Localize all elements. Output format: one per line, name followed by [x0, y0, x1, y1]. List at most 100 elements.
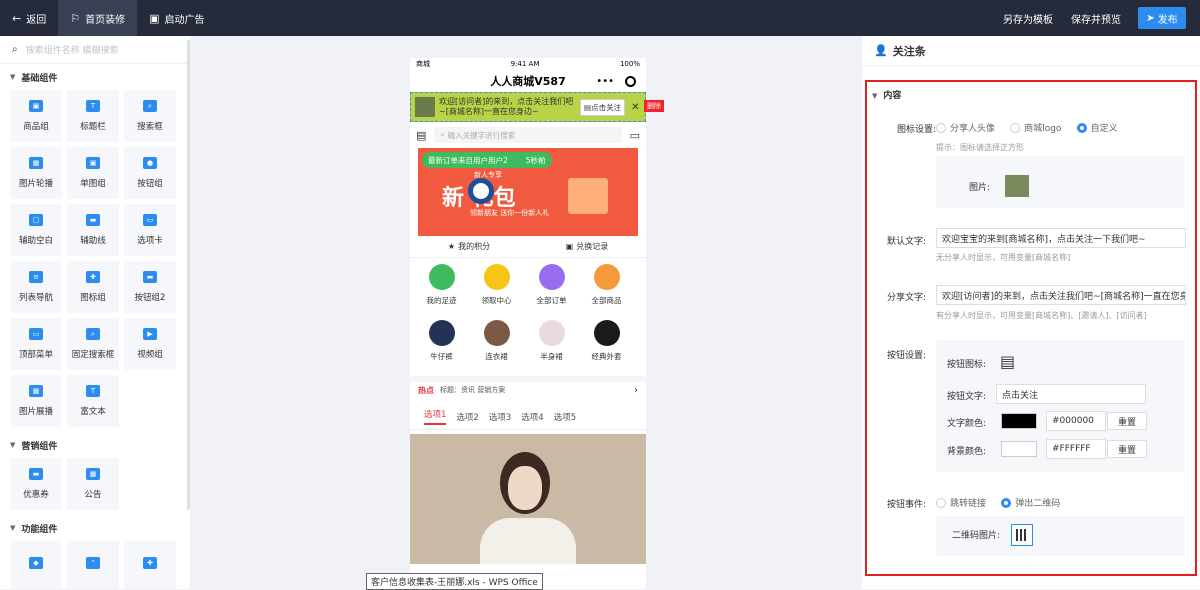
- scan-icon[interactable]: ▭: [630, 129, 640, 142]
- group-title-function[interactable]: ▼ 功能组件: [0, 515, 190, 541]
- shortcut-label: 领取中心: [481, 296, 512, 305]
- tab-home-decoration[interactable]: ⚐ 首页装修: [58, 0, 138, 36]
- component-item[interactable]: ⌃: [67, 541, 119, 589]
- component-label: 搜索框: [137, 122, 163, 132]
- store-icon[interactable]: ▤: [1000, 352, 1015, 371]
- more-icon[interactable]: •••: [596, 76, 614, 87]
- delete-button[interactable]: 删除: [644, 100, 664, 112]
- component-icon: ▬: [143, 271, 157, 283]
- chevron-right-icon: ›: [634, 384, 638, 396]
- record-icon[interactable]: [625, 75, 636, 87]
- text-color-reset-button[interactable]: 重置: [1107, 412, 1147, 430]
- component-item[interactable]: ▭ 顶部菜单: [10, 318, 62, 370]
- close-icon[interactable]: ✕: [631, 102, 639, 113]
- component-item[interactable]: ▣ 单图组: [67, 147, 119, 199]
- qr-image[interactable]: [1011, 524, 1033, 546]
- shortcut-item[interactable]: 全部订单: [524, 264, 579, 320]
- component-item[interactable]: ≡ 列表导航: [10, 261, 62, 313]
- group-title-marketing[interactable]: ▼ 营销组件: [0, 432, 190, 458]
- component-item[interactable]: ▦ 公告: [67, 458, 119, 510]
- component-label: 按钮组: [137, 179, 163, 189]
- component-search[interactable]: ⌕ 搜索组件名称 模糊搜索: [0, 36, 190, 64]
- bg-color-label: 背景颜色:: [946, 447, 986, 457]
- component-item[interactable]: ▦ 图片展播: [10, 375, 62, 427]
- share-text-label: 分享文字:: [886, 293, 926, 303]
- section-content[interactable]: ▼ 内容: [872, 88, 901, 101]
- tab-item[interactable]: 选项1: [424, 408, 447, 425]
- clock: 9:41 AM: [510, 60, 540, 68]
- follow-button[interactable]: ▤点击关注: [580, 98, 626, 116]
- radio-share-avatar[interactable]: 分享人头像: [936, 121, 995, 134]
- component-item[interactable]: ◆: [10, 541, 62, 589]
- bg-color-swatch[interactable]: [1001, 441, 1037, 457]
- component-icon: ▦: [29, 385, 43, 397]
- radio-jump-link[interactable]: 跳转链接: [936, 496, 986, 509]
- component-item[interactable]: ▶ 视频组: [124, 318, 176, 370]
- component-item[interactable]: ▬ 优惠券: [10, 458, 62, 510]
- shortcut-icon: [593, 264, 620, 290]
- component-item[interactable]: ▣ 商品组: [10, 90, 62, 142]
- shortcut-item[interactable]: 我的足迹: [414, 264, 469, 320]
- banner[interactable]: 最新订单来自用户用户2 5秒前 新人专享 新 礼包 领新朋友 送你一份新人礼: [418, 148, 638, 236]
- component-item[interactable]: T 标题栏: [67, 90, 119, 142]
- text-color-input[interactable]: #000000: [1046, 411, 1106, 431]
- phone-search-input[interactable]: ⌕ 输入关键字进行搜索: [434, 127, 622, 143]
- save-preview-button[interactable]: 保存并预览: [1062, 11, 1130, 26]
- radio-popup-qr[interactable]: 弹出二维码: [1001, 496, 1060, 509]
- component-item[interactable]: ▢ 辅助空白: [10, 204, 62, 256]
- component-item[interactable]: T 富文本: [67, 375, 119, 427]
- shortcut-item[interactable]: 连衣裙: [469, 320, 524, 376]
- bg-color-input[interactable]: #FFFFFF: [1046, 439, 1106, 459]
- radio-shop-logo[interactable]: 商城logo: [1010, 121, 1061, 134]
- bg-color-reset-button[interactable]: 重置: [1107, 440, 1147, 458]
- component-item[interactable]: ▬ 辅助线: [67, 204, 119, 256]
- shortcut-item[interactable]: 领取中心: [469, 264, 524, 320]
- component-item[interactable]: ⌕ 搜索框: [124, 90, 176, 142]
- caret-down-icon: ▼: [872, 92, 878, 100]
- radio-circle: [936, 122, 946, 133]
- radio-custom[interactable]: 自定义: [1076, 121, 1118, 134]
- component-icon: ▦: [29, 157, 43, 169]
- image-thumbnail[interactable]: [1005, 175, 1029, 197]
- tab-item[interactable]: 选项2: [456, 411, 478, 423]
- tab-item[interactable]: 选项3: [489, 411, 511, 423]
- component-icon: ▶: [143, 328, 157, 340]
- shortcut-item[interactable]: 经典外套: [579, 320, 634, 376]
- component-item[interactable]: ▦ 图片轮播: [10, 147, 62, 199]
- publish-button[interactable]: ➤ 发布: [1138, 7, 1186, 29]
- shortcut-item[interactable]: 半身裙: [524, 320, 579, 376]
- component-panel: ⌕ 搜索组件名称 模糊搜索 ▼ 基础组件 ▣ 商品组 T 标题栏 ⌕ 搜索框 ▦ 图片轮播 ▣ 单图组…: [0, 36, 190, 589]
- brush-icon: ⚐: [70, 11, 81, 25]
- logo-image: [468, 178, 494, 204]
- component-label: 视频组: [137, 350, 163, 360]
- my-points[interactable]: ★ 我的积分: [410, 236, 528, 257]
- exchange-record[interactable]: ▣ 兑换记录: [528, 236, 646, 257]
- tab-item[interactable]: 选项4: [521, 411, 543, 423]
- tab-startup-ad[interactable]: ▣ 启动广告: [137, 0, 216, 36]
- group-title-basic[interactable]: ▼ 基础组件: [0, 64, 190, 90]
- component-item[interactable]: ⌕ 固定搜索框: [67, 318, 119, 370]
- shortcut-item[interactable]: 牛仔裤: [414, 320, 469, 376]
- component-icon: ▭: [143, 214, 157, 226]
- shortcut-item[interactable]: 全部商品: [579, 264, 634, 320]
- save-as-template-button[interactable]: 另存为模板: [994, 11, 1062, 26]
- shortcut-icon: [593, 320, 620, 346]
- product-photo[interactable]: [410, 434, 646, 564]
- component-item[interactable]: ✚ 图标组: [67, 261, 119, 313]
- shortcut-label: 半身裙: [540, 352, 563, 361]
- tab-item[interactable]: 选项5: [554, 411, 576, 423]
- component-item[interactable]: ✚: [124, 541, 176, 589]
- component-label: 顶部菜单: [18, 350, 53, 360]
- text-color-swatch[interactable]: [1001, 413, 1037, 429]
- follow-bar[interactable]: 欢迎[访问者]的来到，点击关注我们吧~[商城名称]一直在您身边~ ▤点击关注 ✕: [410, 92, 646, 122]
- component-item[interactable]: ▭ 选项卡: [124, 204, 176, 256]
- component-item[interactable]: ● 按钮组: [124, 147, 176, 199]
- back-button[interactable]: ← 返回: [0, 0, 58, 36]
- radio-circle: [1001, 497, 1012, 508]
- store-icon[interactable]: ▤: [416, 129, 426, 142]
- default-text-input[interactable]: 欢迎宝宝的来到[商城名称]，点击关注一下我们吧~: [936, 228, 1186, 248]
- share-text-input[interactable]: 欢迎[访问者]的来到，点击关注我们吧~[商城名称]一直在您身边: [936, 285, 1186, 305]
- component-item[interactable]: ▬ 按钮组2: [124, 261, 176, 313]
- hot-news[interactable]: 热点 标题：资讯 营销方案 ›: [410, 376, 646, 398]
- button-text-input[interactable]: 点击关注: [996, 384, 1146, 404]
